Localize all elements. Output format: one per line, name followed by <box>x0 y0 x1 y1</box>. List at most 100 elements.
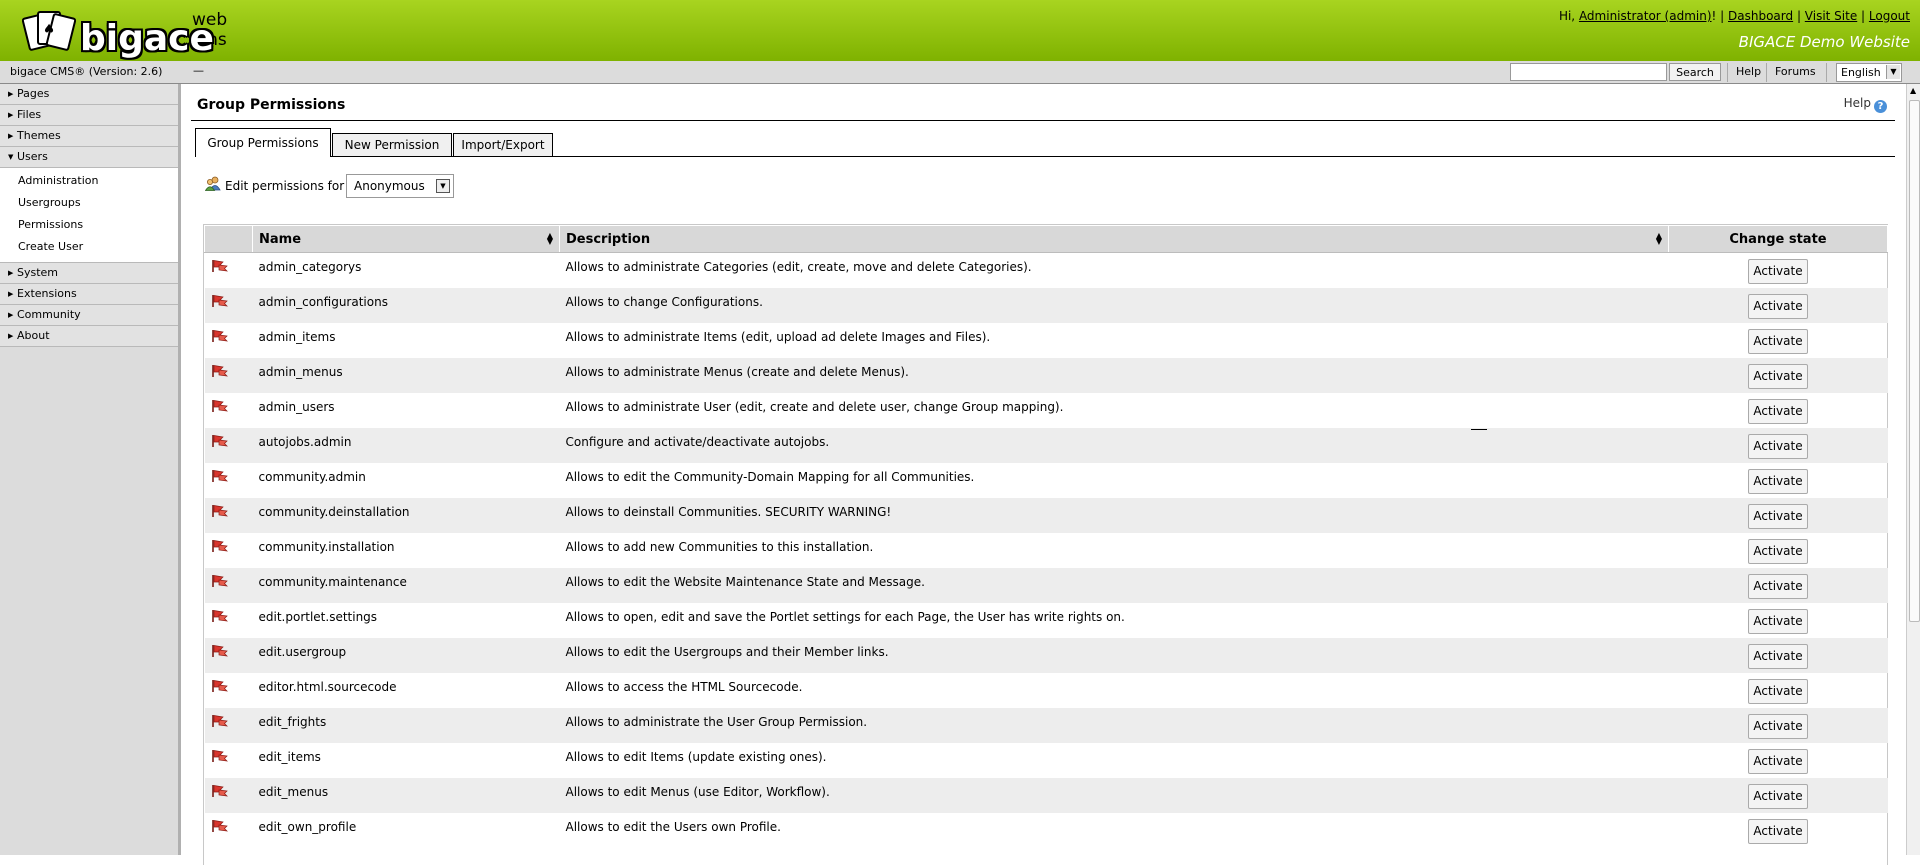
permission-name: edit.usergroup <box>252 637 560 673</box>
tab-group-permissions[interactable]: Group Permissions <box>195 128 331 157</box>
sidebar-item-about[interactable]: ▶ About <box>0 326 178 347</box>
bigace-logo[interactable]: ♠ web cms bigace <box>22 4 252 59</box>
link-separator: | <box>1793 9 1805 23</box>
svg-text:♠: ♠ <box>43 22 56 38</box>
sidebar-item-label: Themes <box>17 129 61 142</box>
search-button[interactable]: Search <box>1669 63 1721 81</box>
table-row: autojobs.admin Configure and activate/dea… <box>204 427 1888 463</box>
sidebar-item-pages[interactable]: ▶ Pages <box>0 84 178 105</box>
activate-button[interactable]: Activate <box>1748 643 1808 669</box>
activate-button[interactable]: Activate <box>1748 818 1808 844</box>
sidebar-item-files[interactable]: ▶ Files <box>0 105 178 126</box>
language-select[interactable]: English ▼ <box>1836 63 1902 82</box>
activate-button[interactable]: Activate <box>1748 328 1808 354</box>
logo-wordmark: bigace <box>80 18 214 59</box>
submenu-item-administration[interactable]: Administration <box>0 170 178 192</box>
activate-button[interactable]: Activate <box>1748 608 1808 634</box>
activate-button[interactable]: Activate <box>1748 259 1808 284</box>
chevron-down-icon: ▼ <box>436 179 450 193</box>
toolbar-divider <box>1727 63 1728 82</box>
help-button[interactable]: Help? <box>1844 96 1887 113</box>
sidebar-item-label: Pages <box>17 87 50 100</box>
user-profile-link[interactable]: Administrator (admin) <box>1579 9 1712 23</box>
status-flag-cell <box>205 253 253 288</box>
group-select[interactable]: Anonymous ▼ <box>346 174 454 198</box>
change-state-cell: Activate <box>1669 743 1888 778</box>
search-input[interactable] <box>1510 63 1667 81</box>
permission-name: admin_users <box>258 399 335 414</box>
description-column-header[interactable]: Description ▲ ▼ <box>559 225 1669 253</box>
inactive-flag-icon <box>211 574 228 591</box>
table-row: community.maintenance Allows to edit the … <box>204 567 1888 603</box>
name-column-header[interactable]: Name ▲ ▼ <box>252 225 560 253</box>
app-header: ♠ web cms bigace Hi, Administrator (admi… <box>0 0 1920 62</box>
greeting-prefix: Hi, <box>1558 9 1579 23</box>
change-state-cell: Activate <box>1669 393 1888 428</box>
change-state-cell: Activate <box>1668 427 1888 463</box>
sidebar-item-label: Users <box>17 150 48 163</box>
sidebar-item-community[interactable]: ▶ Community <box>0 305 178 326</box>
logout-link[interactable]: Logout <box>1869 9 1910 23</box>
inactive-flag-icon <box>211 260 228 276</box>
table-row: community.deinstallation Allows to deinst… <box>204 497 1888 533</box>
activate-button[interactable]: Activate <box>1748 433 1808 459</box>
sidebar-item-label: Extensions <box>17 287 77 300</box>
change-state-cell: Activate <box>1669 673 1888 708</box>
question-icon: ? <box>1874 100 1887 113</box>
permission-description: Allows to edit the Community-Domain Mapp… <box>565 469 975 484</box>
inactive-flag-icon <box>211 819 228 836</box>
caret-right-icon: ▶ <box>8 132 14 140</box>
status-flag-cell <box>205 533 253 568</box>
sidebar-item-extensions[interactable]: ▶ Extensions <box>0 284 178 305</box>
tab-new-permission[interactable]: New Permission <box>332 133 452 156</box>
help-link[interactable]: Help <box>1736 65 1761 78</box>
activate-button[interactable]: Activate <box>1748 538 1808 564</box>
activate-button[interactable]: Activate <box>1748 713 1808 739</box>
chevron-down-icon: ▼ <box>1886 65 1900 79</box>
submenu-item-permissions[interactable]: Permissions <box>0 214 178 236</box>
activate-button[interactable]: Activate <box>1748 748 1808 774</box>
page-scrollbar[interactable]: ▲ <box>1906 84 1920 855</box>
visit-site-link[interactable]: Visit Site <box>1805 9 1857 23</box>
collapse-handle[interactable]: — <box>193 64 204 77</box>
activate-button[interactable]: Activate <box>1748 503 1808 529</box>
sidebar-item-themes[interactable]: ▶ Themes <box>0 126 178 147</box>
tab-import-export[interactable]: Import/Export <box>453 133 553 156</box>
status-flag-cell <box>204 427 253 463</box>
status-flag-cell <box>204 357 253 393</box>
table-row: edit.usergroup Allows to edit the Usergro… <box>204 637 1888 673</box>
permission-name: edit.portlet.settings <box>258 609 378 624</box>
dashboard-link[interactable]: Dashboard <box>1728 9 1793 23</box>
scrollbar-thumb[interactable] <box>1909 100 1920 622</box>
activate-button[interactable]: Activate <box>1748 363 1808 389</box>
activate-button[interactable]: Activate <box>1748 678 1808 704</box>
sidebar-item-users[interactable]: ▼ Users <box>0 147 178 168</box>
caret-right-icon: ▶ <box>8 90 14 98</box>
permissions-table-container: Name ▲ ▼ Description ▲ ▼ Change state admin_… <box>203 224 1888 865</box>
activate-button[interactable]: Activate <box>1748 468 1808 494</box>
status-column-header <box>204 225 253 253</box>
activate-button[interactable]: Activate <box>1748 293 1808 319</box>
change-state-column-header: Change state <box>1668 225 1888 253</box>
submenu-item-create-user[interactable]: Create User <box>0 236 178 258</box>
status-flag-cell <box>205 673 253 708</box>
toolbar-divider <box>1766 63 1767 82</box>
sidebar-item-system[interactable]: ▶ System <box>0 263 178 284</box>
sort-icon: ▲ ▼ <box>546 231 553 246</box>
submenu-item-usergroups[interactable]: Usergroups <box>0 192 178 214</box>
table-row: admin_categorys Allows to administrate Ca… <box>205 253 1888 288</box>
table-row: admin_items Allows to administrate Items … <box>205 323 1888 358</box>
permission-description: Allows to administrate Items (edit, uplo… <box>565 329 991 344</box>
caret-right-icon: ▶ <box>8 332 14 340</box>
activate-button[interactable]: Activate <box>1748 783 1808 809</box>
activate-button[interactable]: Activate <box>1748 573 1808 599</box>
inactive-flag-icon <box>211 434 228 451</box>
permission-description: Allows to deinstall Communities. SECURIT… <box>559 497 1669 533</box>
inactive-flag-icon <box>211 329 228 346</box>
permission-name: edit_own_profile <box>258 819 357 834</box>
forums-link[interactable]: Forums <box>1775 65 1816 78</box>
status-flag-cell <box>204 707 253 743</box>
permission-description: Allows to open, edit and save the Portle… <box>565 609 1125 624</box>
sidebar: ▶ Pages ▶ Files ▶ Themes ▼ Users Administrat… <box>0 84 181 855</box>
activate-button[interactable]: Activate <box>1748 398 1808 424</box>
